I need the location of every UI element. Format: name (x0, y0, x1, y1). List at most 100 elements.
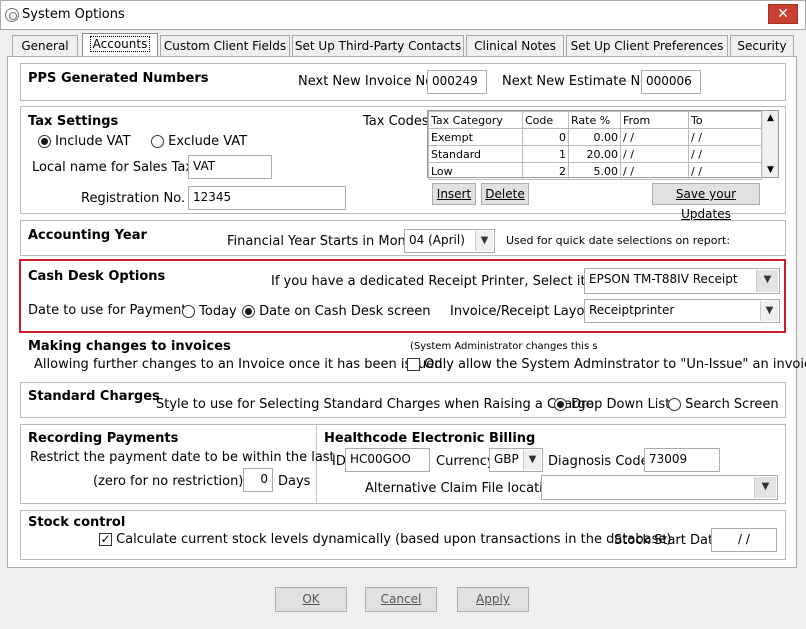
tax-codes-grid[interactable]: Tax Category Code Rate % From To Exempt … (427, 110, 779, 180)
tax-heading: Tax Settings (28, 114, 119, 129)
restrict-days-field[interactable]: 0 (243, 468, 273, 492)
insert-label: Insert (436, 187, 472, 201)
include-vat-radio[interactable] (38, 135, 51, 148)
today-radio[interactable] (182, 305, 195, 318)
cashdesk-date-label: Date on Cash Desk screen (259, 304, 431, 319)
cell-to[interactable]: / / (688, 145, 762, 163)
estimate-number-field[interactable]: 000006 (641, 70, 701, 94)
cell-category[interactable]: Exempt (428, 128, 523, 146)
chevron-down-icon[interactable]: ▼ (760, 301, 778, 321)
only-admin-option[interactable]: Only allow the System Adminstrator to "U… (407, 357, 806, 372)
ok-label: OK (302, 592, 320, 606)
currency-select[interactable]: GBP ▼ (489, 448, 543, 472)
stock-start-field[interactable]: / / (711, 528, 777, 552)
exclude-vat-radio[interactable] (151, 135, 164, 148)
receipt-printer-select[interactable]: EPSON TM-T88IV Receipt ▼ (584, 268, 780, 294)
calc-stock-checkbox[interactable]: ✓ (99, 533, 112, 546)
app-icon (5, 8, 19, 22)
insert-button[interactable]: Insert (432, 183, 476, 205)
scroll-up-icon[interactable]: ▲ (763, 111, 778, 125)
cancel-button[interactable]: Cancel (365, 587, 437, 612)
tab-accounts[interactable]: Accounts (82, 33, 158, 57)
accounting-heading: Accounting Year (28, 228, 147, 243)
diagnosis-field[interactable]: 73009 (644, 448, 720, 472)
cell-rate[interactable]: 0.00 (568, 128, 621, 146)
cell-rate[interactable]: 5.00 (568, 162, 621, 180)
scroll-down-icon[interactable]: ▼ (763, 163, 778, 177)
registration-field[interactable]: 12345 (188, 186, 346, 210)
search-screen-label: Search Screen (685, 397, 779, 412)
cell-from[interactable]: / / (620, 145, 689, 163)
tax-grid-scrollbar[interactable]: ▲ ▼ (762, 111, 778, 177)
chevron-down-icon[interactable]: ▼ (756, 270, 778, 292)
fy-month-select[interactable]: 04 (April) ▼ (404, 229, 495, 253)
cell-code[interactable]: 0 (522, 128, 569, 146)
fy-label: Financial Year Starts in Month (227, 234, 420, 249)
col-from: From (620, 111, 689, 129)
admin-note: (System Administrator changes this s (410, 341, 598, 352)
calc-stock-option[interactable]: ✓ Calculate current stock levels dynamic… (99, 532, 671, 547)
tab-general[interactable]: General (12, 35, 78, 56)
tab-security[interactable]: Security (730, 35, 794, 56)
tab-clinical-notes[interactable]: Clinical Notes (466, 35, 564, 56)
close-button[interactable]: ✕ (768, 4, 798, 24)
delete-button[interactable]: Delete (481, 183, 529, 205)
invoice-number-field[interactable]: 000249 (427, 70, 487, 94)
table-row[interactable]: Low 2 5.00 / / / / (428, 162, 762, 180)
alt-claim-select[interactable]: ▼ (541, 475, 778, 500)
table-row[interactable]: Exempt 0 0.00 / / / / (428, 128, 762, 146)
table-row[interactable]: Standard 1 20.00 / / / / (428, 145, 762, 163)
delete-label: Delete (485, 187, 525, 201)
cell-code[interactable]: 2 (522, 162, 569, 180)
exclude-vat-option[interactable]: Exclude VAT (151, 134, 247, 149)
cell-to[interactable]: / / (688, 128, 762, 146)
fy-note: Used for quick date selections on report… (506, 234, 731, 247)
today-option[interactable]: Today (182, 304, 237, 319)
days-label: Days (278, 474, 311, 489)
tab-client-preferences[interactable]: Set Up Client Preferences (566, 35, 728, 56)
chevron-down-icon[interactable]: ▼ (754, 477, 776, 498)
receipt-printer-label: If you have a dedicated Receipt Printer,… (271, 274, 624, 289)
payment-date-label: Date to use for Payments (28, 303, 194, 318)
today-label: Today (199, 304, 237, 319)
local-tax-field[interactable]: VAT (188, 155, 272, 179)
cashdesk-date-radio[interactable] (242, 305, 255, 318)
cell-category[interactable]: Low (428, 162, 523, 180)
restrict-label: Restrict the payment date to be within t… (30, 450, 335, 465)
apply-button[interactable]: Apply (457, 587, 529, 612)
col-rate: Rate % (568, 111, 621, 129)
dropdown-list-option[interactable]: Drop Down List (554, 397, 670, 412)
tax-grid-header: Tax Category Code Rate % From To (428, 111, 762, 129)
cell-category[interactable]: Standard (428, 145, 523, 163)
chevron-down-icon[interactable]: ▼ (475, 231, 493, 251)
receipt-layout-select[interactable]: Receiptprinter ▼ (584, 299, 780, 323)
ok-button[interactable]: OK (275, 587, 347, 612)
only-admin-label: Only allow the System Adminstrator to "U… (424, 357, 806, 372)
charge-style-label: Style to use for Selecting Standard Char… (156, 397, 594, 412)
tab-custom-client-fields[interactable]: Custom Client Fields (160, 35, 290, 56)
chevron-down-icon[interactable]: ▼ (523, 450, 541, 470)
hc-id-field[interactable]: HC00GOO (345, 448, 430, 472)
zero-note: (zero for no restriction) (93, 474, 244, 489)
dropdown-list-radio[interactable] (554, 398, 567, 411)
tab-third-party-contacts[interactable]: Set Up Third-Party Contacts (292, 35, 464, 56)
healthcode-heading: Healthcode Electronic Billing (324, 431, 536, 446)
search-screen-radio[interactable] (668, 398, 681, 411)
cell-rate[interactable]: 20.00 (568, 145, 621, 163)
save-updates-label: Save your Updates (675, 187, 737, 221)
search-screen-option[interactable]: Search Screen (668, 397, 779, 412)
layout-label: Invoice/Receipt Layout (450, 304, 598, 319)
changes-heading: Making changes to invoices (28, 339, 231, 354)
tax-codes-label: Tax Codes (363, 114, 429, 129)
diagnosis-label: Diagnosis Code (548, 454, 649, 469)
cell-from[interactable]: / / (620, 162, 689, 180)
currency-value: GBP (494, 452, 519, 466)
cell-to[interactable]: / / (688, 162, 762, 180)
cell-code[interactable]: 1 (522, 145, 569, 163)
allow-changes-label: Allowing further changes to an Invoice o… (34, 357, 447, 372)
cashdesk-date-option[interactable]: Date on Cash Desk screen (242, 304, 431, 319)
include-vat-option[interactable]: Include VAT (38, 134, 130, 149)
cell-from[interactable]: / / (620, 128, 689, 146)
only-admin-checkbox[interactable] (407, 358, 420, 371)
save-updates-button[interactable]: Save your Updates (652, 183, 760, 221)
